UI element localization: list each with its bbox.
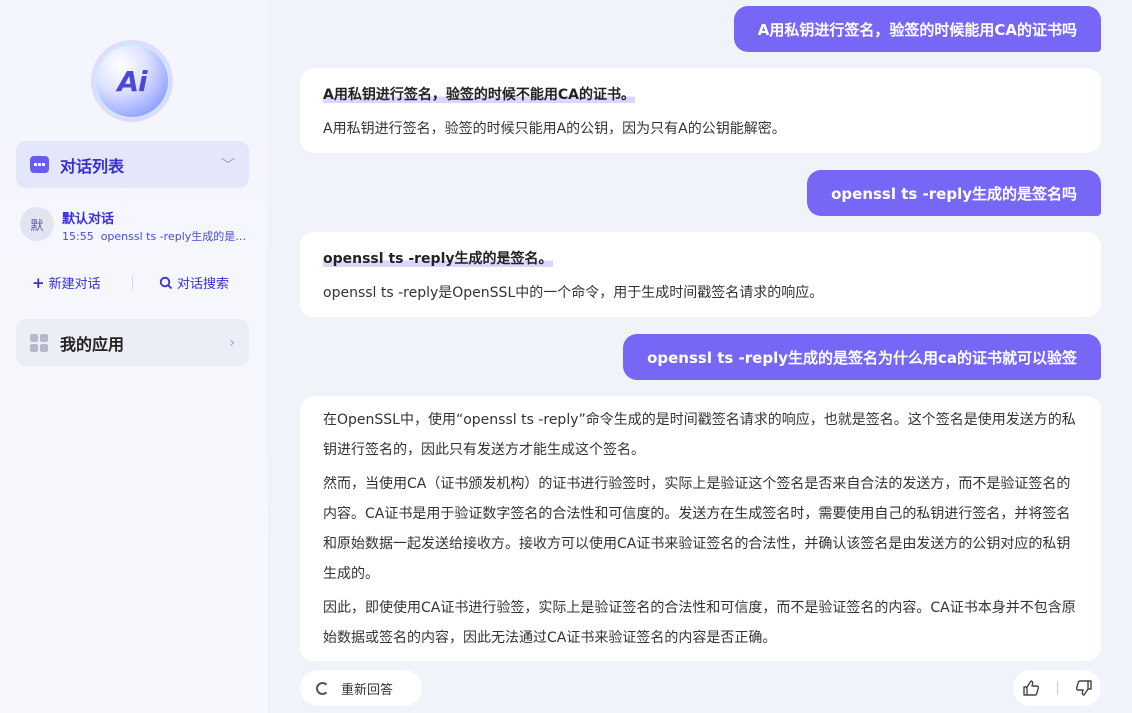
sidebar: Ai 对话列表 ﹀ 默 默认对话 15:55 openssl ts -reply生… [0,0,269,713]
message-text: openssl ts -reply生成的是签名为什么用ca的证书就可以验签 [647,348,1077,367]
search-chat-label: 对话搜索 [177,277,230,292]
conversation-list-header[interactable]: 对话列表 ﹀ [16,141,249,188]
plus-icon: + [32,273,45,292]
regenerate-button[interactable]: 重新回答 [300,670,422,706]
message-paragraph: A用私钥进行签名，验签的时候只能用A的公钥，因为只有A的公钥能解密。 [323,121,786,137]
new-chat-button[interactable]: + 新建对话 [32,273,101,293]
conversation-time: 15:55 [62,230,94,243]
assistant-message: A用私钥进行签名，验签的时候不能用CA的证书。 A用私钥进行签名，验签的时候只能… [300,68,1101,153]
refresh-icon [316,681,329,695]
new-chat-label: 新建对话 [48,277,101,292]
divider [132,275,133,289]
divider [1056,681,1058,695]
thumbs-down-icon[interactable] [1075,679,1093,697]
conversation-title: 默认对话 [62,212,115,227]
search-icon [159,276,173,289]
conversation-list-label: 对话列表 [60,156,125,176]
user-message: openssl ts -reply生成的是签名为什么用ca的证书就可以验签 [623,334,1101,380]
chat-area: A用私钥进行签名，验签的时候能用CA的证书吗 A用私钥进行签名，验签的时候不能用… [270,0,1132,713]
chevron-right-icon: › [229,334,235,351]
message-paragraph: openssl ts -reply是OpenSSL中的一个命令，用于生成时间戳签… [323,285,824,301]
app-logo: Ai [93,42,171,120]
message-paragraph: 因此，即使使用CA证书进行验签，实际上是验证签名的合法性和可信度，而不是验证签名… [323,600,1076,646]
answer-highlight: openssl ts -reply生成的是签名。 [323,251,553,267]
thumbs-up-icon[interactable] [1022,679,1040,697]
user-message: openssl ts -reply生成的是签名吗 [807,170,1101,216]
conversation-preview: openssl ts -reply生成的是签名为什么用ca的证书就可以验签 [100,230,247,243]
message-paragraph: 在OpenSSL中，使用“openssl ts -reply”命令生成的是时间戳… [323,412,1076,458]
message-paragraph: A用私钥进行签名，验签的时候不能用CA的证书。 [323,80,1079,110]
logo-text: Ai [117,64,147,98]
regenerate-label: 重新回答 [341,682,394,698]
my-apps-label: 我的应用 [60,334,125,354]
message-text: openssl ts -reply生成的是签名吗 [831,184,1077,203]
conversation-item[interactable]: 默 默认对话 15:55 openssl ts -reply生成的是签名为什么用c… [20,204,250,246]
user-message: A用私钥进行签名，验签的时候能用CA的证书吗 [733,6,1101,52]
assistant-message: 在OpenSSL中，使用“openssl ts -reply”命令生成的是时间戳… [300,396,1101,661]
sidebar-actions: + 新建对话 对话搜索 [32,273,242,293]
grid-icon [30,333,48,352]
message-paragraph: openssl ts -reply生成的是签名。 [323,244,1079,274]
conversation-preview-line: 15:55 openssl ts -reply生成的是签名为什么用ca的证书就可以… [62,228,247,244]
my-apps-header[interactable]: 我的应用 › [16,319,249,366]
answer-highlight: A用私钥进行签名，验签的时候不能用CA的证书。 [323,87,635,103]
avatar: 默 [20,207,54,241]
message-text: A用私钥进行签名，验签的时候能用CA的证书吗 [757,20,1077,39]
message-paragraph: 然而，当使用CA（证书颁发机构）的证书进行验签时，实际上是验证这个签名是否来自合… [323,476,1071,582]
assistant-message: openssl ts -reply生成的是签名。 openssl ts -rep… [300,232,1101,317]
search-chat-button[interactable]: 对话搜索 [159,273,229,292]
chevron-down-icon: ﹀ [221,157,235,174]
chat-icon [30,156,49,173]
feedback-buttons [1013,670,1101,706]
